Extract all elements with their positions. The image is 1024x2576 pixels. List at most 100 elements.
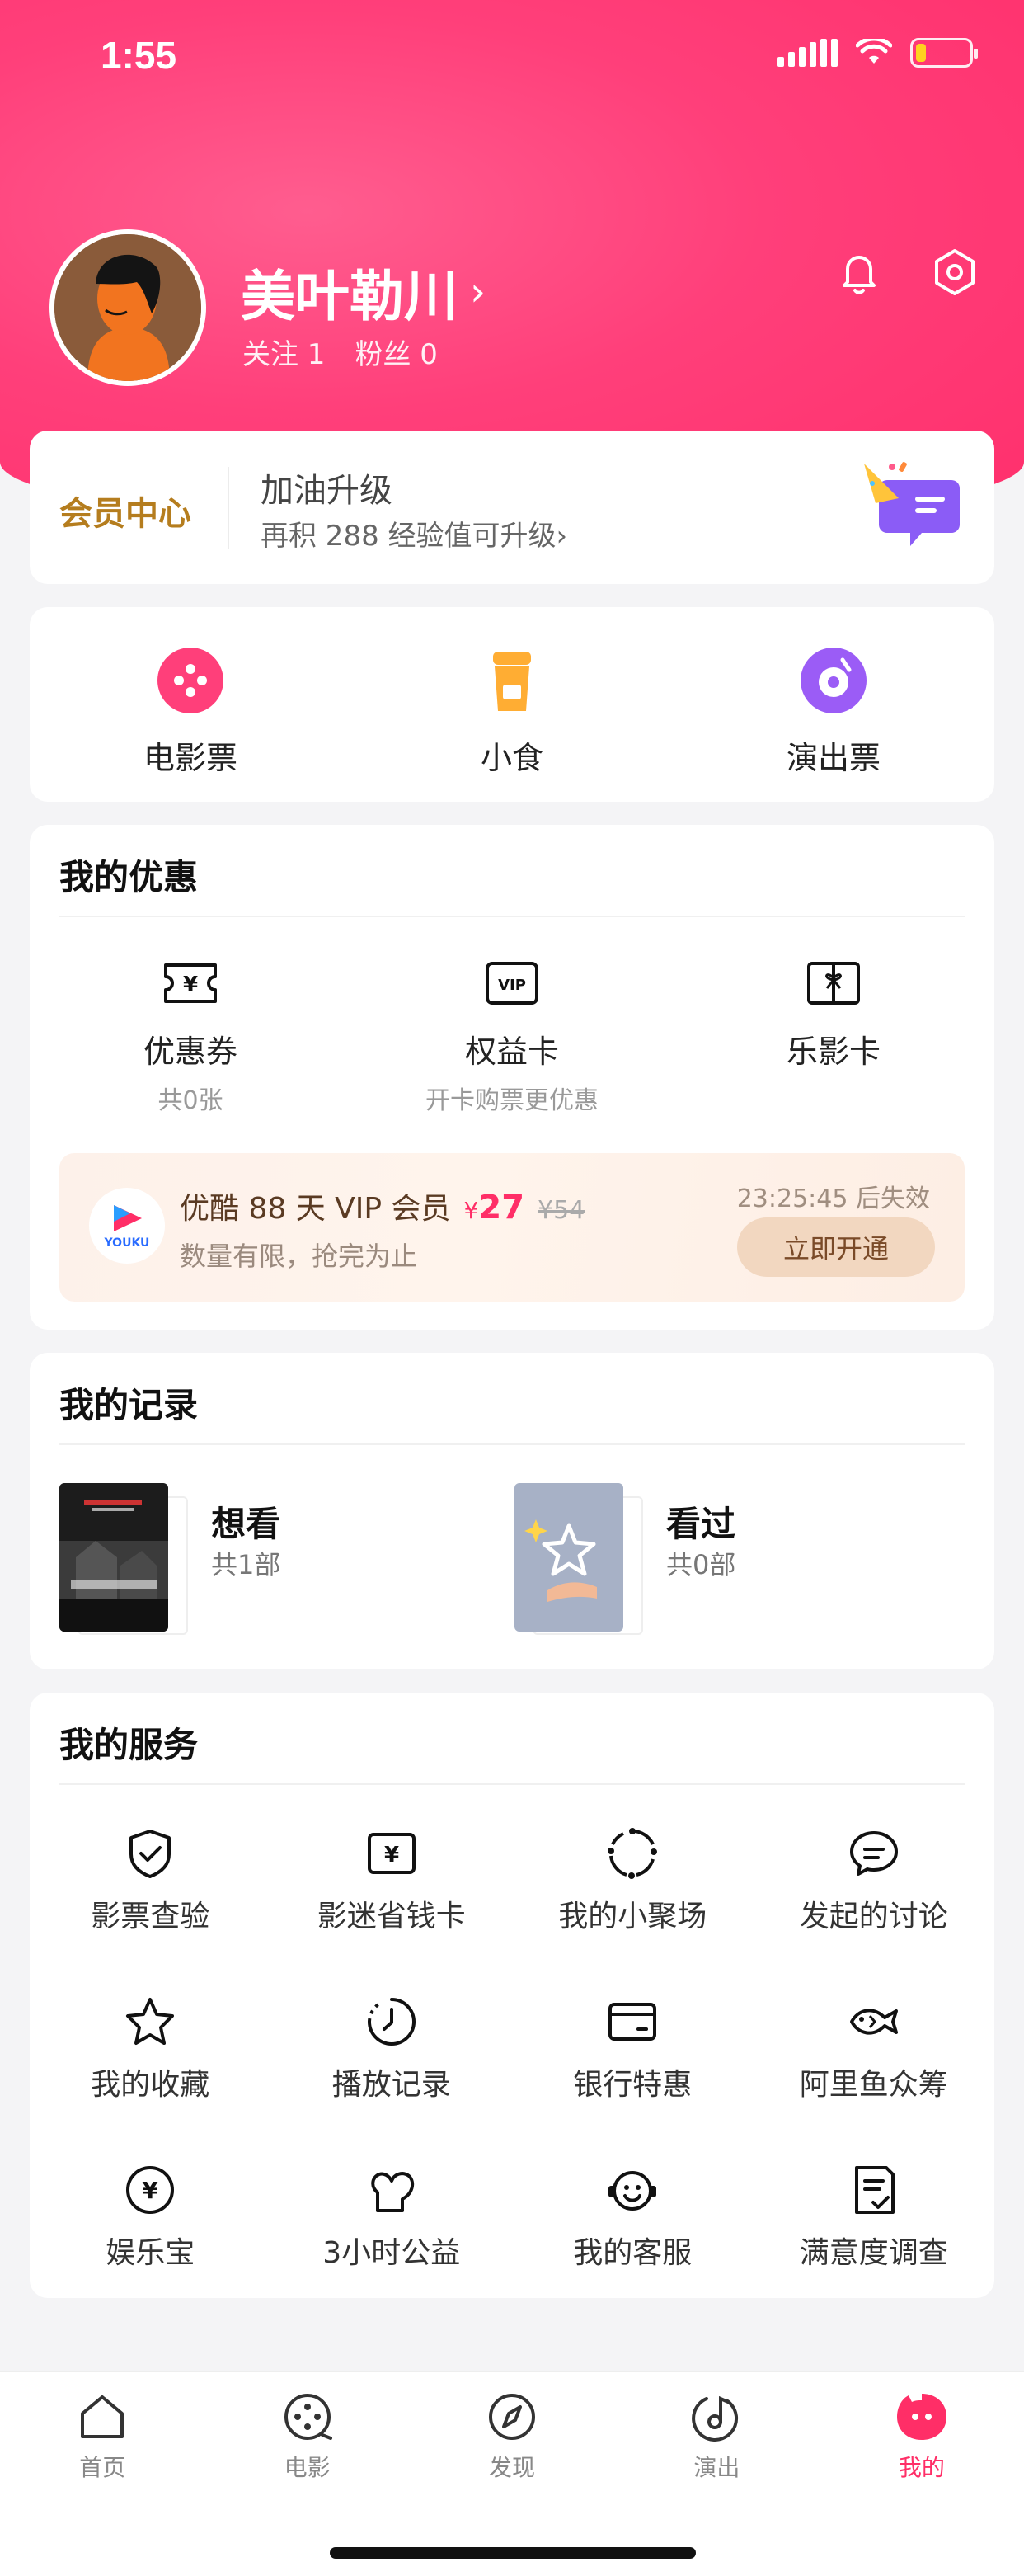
tab-label: 电影 xyxy=(284,2454,331,2481)
service-discussions[interactable]: 发起的讨论 xyxy=(754,1826,995,1935)
profile-header: 美叶勒川 › 关注 1 粉丝 0 xyxy=(49,229,981,386)
status-bar: 1:55 xyxy=(0,0,1024,107)
star-icon xyxy=(126,1998,175,2045)
service-crowdfunding[interactable]: 阿里鱼众筹 xyxy=(754,1994,995,2103)
member-center-card[interactable]: 会员中心 加油升级 再积 288 经验值可升级› xyxy=(30,431,994,584)
bell-icon[interactable] xyxy=(833,246,885,299)
service-label: 3小时公益 xyxy=(322,2236,461,2270)
my-records-card: 我的记录 想看 共1部 看过 共0部 xyxy=(30,1353,994,1669)
movie-poster xyxy=(59,1483,168,1632)
quick-link-label: 小食 xyxy=(480,740,543,776)
quick-link-label: 电影票 xyxy=(143,740,237,776)
record-watched[interactable]: 看过 共0部 xyxy=(514,1483,943,1636)
service-satisfaction-survey[interactable]: 满意度调查 xyxy=(754,2163,995,2272)
youku-logo-text: YOUKU xyxy=(104,1236,150,1250)
film-reel-icon xyxy=(157,648,223,713)
divider xyxy=(228,467,229,549)
tab-label: 首页 xyxy=(79,2454,126,2481)
level-up-hint[interactable]: 再积 288 经验值可升级› xyxy=(261,513,567,553)
service-label: 银行特惠 xyxy=(573,2068,693,2102)
svg-text:¥: ¥ xyxy=(143,2177,159,2204)
following-count[interactable]: 关注 1 xyxy=(242,332,325,372)
service-label: 播放记录 xyxy=(331,2068,451,2102)
fans-count[interactable]: 粉丝 0 xyxy=(355,332,437,372)
service-ticket-check[interactable]: 影票查验 xyxy=(30,1826,271,1935)
service-favorites[interactable]: 我的收藏 xyxy=(30,1994,271,2103)
home-icon xyxy=(81,2395,124,2438)
service-label: 我的收藏 xyxy=(91,2068,210,2102)
tab-movies[interactable]: 电影 xyxy=(204,2372,409,2496)
promo-price: ¥27 xyxy=(464,1189,525,1227)
svg-text:VIP: VIP xyxy=(498,977,526,994)
survey-icon xyxy=(854,2166,895,2214)
section-title: 我的优惠 xyxy=(59,857,199,897)
divider xyxy=(59,916,965,917)
service-saver-card[interactable]: ¥ 影迷省钱卡 xyxy=(271,1826,513,1935)
settings-hexagon-icon[interactable] xyxy=(928,246,981,299)
quick-link-movie-ticket[interactable]: 电影票 xyxy=(30,607,351,802)
promo-original-price: ¥54 xyxy=(538,1196,585,1225)
avatar[interactable] xyxy=(49,229,206,386)
party-message-icon xyxy=(864,462,960,546)
status-time: 1:55 xyxy=(101,34,177,77)
battery-level xyxy=(916,44,927,62)
member-center-title: 会员中心 xyxy=(59,495,191,533)
shield-check-icon xyxy=(129,1830,171,1878)
service-yulebao[interactable]: ¥ 娱乐宝 xyxy=(30,2163,271,2272)
quick-link-show-ticket[interactable]: 演出票 xyxy=(673,607,994,802)
record-want-to-watch[interactable]: 想看 共1部 xyxy=(59,1483,488,1636)
coupon-icon: ¥ xyxy=(164,963,217,1003)
service-label: 影迷省钱卡 xyxy=(317,1900,466,1933)
service-customer-support[interactable]: 我的客服 xyxy=(512,2163,754,2272)
drink-cup-icon xyxy=(493,652,531,711)
quick-links-card: 电影票 小食 演出票 xyxy=(30,607,994,802)
wifi-icon xyxy=(856,39,892,64)
tab-shows[interactable]: 演出 xyxy=(614,2372,819,2496)
yen-coin-icon: ¥ xyxy=(126,2166,175,2214)
gift-card-item[interactable]: 乐影卡 xyxy=(673,957,994,1116)
coupon-count: 共0张 xyxy=(157,1086,223,1115)
tab-label: 演出 xyxy=(693,2454,740,2481)
service-bank-offers[interactable]: 银行特惠 xyxy=(512,1994,754,2103)
quick-link-label: 演出票 xyxy=(786,740,881,776)
header-actions xyxy=(833,246,981,299)
divider xyxy=(59,1443,965,1445)
charity-heart-icon xyxy=(371,2172,414,2212)
record-count: 共0部 xyxy=(666,1549,736,1580)
activate-now-button[interactable]: 立即开通 xyxy=(737,1217,935,1277)
service-gathering[interactable]: 我的小聚场 xyxy=(512,1826,754,1935)
vip-card-hint: 开卡购票更优惠 xyxy=(425,1086,599,1115)
service-play-history[interactable]: 播放记录 xyxy=(271,1994,513,2103)
signal-icon xyxy=(777,39,838,67)
username-link[interactable]: 美叶勒川 › xyxy=(241,252,486,332)
circle-dots-icon xyxy=(608,1828,658,1879)
bottom-tab-bar: 首页 电影 发现 演出 我的 xyxy=(0,2371,1024,2576)
divider xyxy=(59,1783,965,1785)
status-icons xyxy=(777,38,978,68)
vip-card-item[interactable]: VIP 权益卡 开卡购票更优惠 xyxy=(351,957,673,1116)
username: 美叶勒川 xyxy=(241,265,458,328)
tab-home[interactable]: 首页 xyxy=(0,2372,204,2496)
quick-link-snacks[interactable]: 小食 xyxy=(351,607,673,802)
gift-card-icon xyxy=(807,962,860,1005)
gift-card-label: 乐影卡 xyxy=(786,1034,881,1070)
coupon-item[interactable]: ¥ 优惠券 共0张 xyxy=(30,957,351,1116)
chevron-right-icon: › xyxy=(470,269,486,315)
youku-play-icon xyxy=(114,1205,142,1231)
record-label: 看过 xyxy=(666,1504,736,1544)
service-label: 影票查验 xyxy=(91,1900,210,1933)
tab-label: 我的 xyxy=(898,2454,945,2481)
tab-discover[interactable]: 发现 xyxy=(410,2372,614,2496)
service-charity[interactable]: 3小时公益 xyxy=(271,2163,513,2272)
promo-title: 优酷 88 天 VIP 会员 xyxy=(180,1192,451,1226)
svg-text:¥: ¥ xyxy=(183,972,198,997)
service-label: 我的小聚场 xyxy=(558,1900,707,1933)
discount-items: ¥ 优惠券 共0张 VIP 权益卡 开卡购票更优惠 乐影卡 xyxy=(30,957,994,1116)
chat-bubble-icon xyxy=(849,1831,898,1876)
service-label: 我的客服 xyxy=(573,2236,693,2270)
price-value: 27 xyxy=(478,1189,525,1227)
tab-profile[interactable]: 我的 xyxy=(820,2372,1024,2496)
youku-vip-promo[interactable]: YOUKU 优酷 88 天 VIP 会员 ¥27 ¥54 数量有限，抢完为止 2… xyxy=(59,1153,965,1302)
yen-card-icon: ¥ xyxy=(367,1833,416,1874)
services-grid: 影票查验 ¥ 影迷省钱卡 我的小聚场 发起的讨论 我的收藏 播放记录 银行特惠 xyxy=(30,1826,994,2272)
